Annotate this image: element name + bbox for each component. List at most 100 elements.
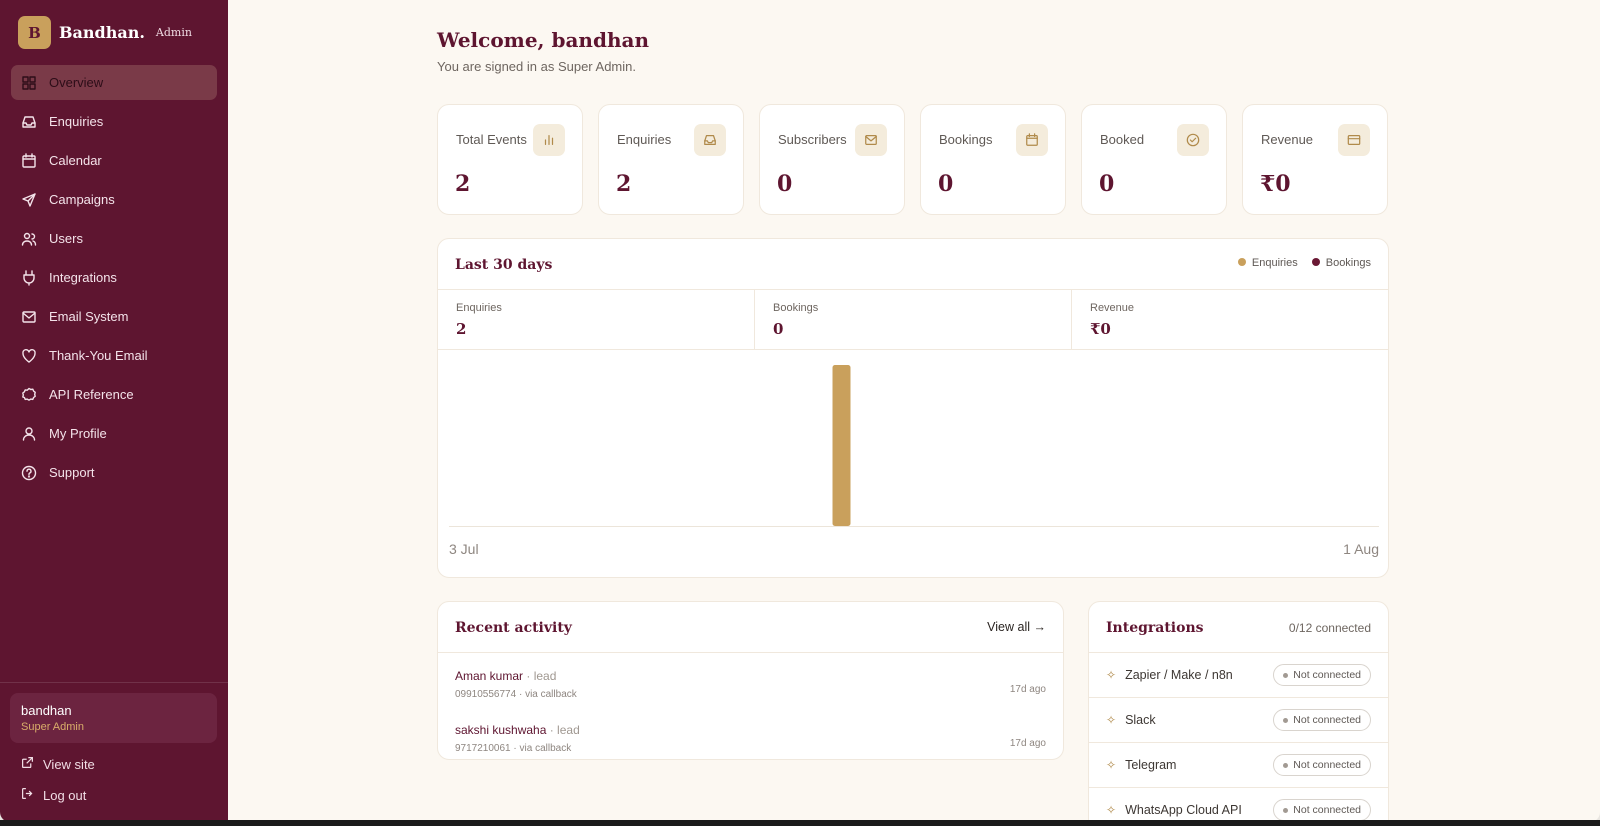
stat-card-enquiries: Enquiries 2 <box>598 104 744 215</box>
sidebar-item-label: API Reference <box>49 387 134 402</box>
sidebar-item-label: Support <box>49 465 95 480</box>
sparkle-icon: ✧ <box>1106 713 1117 727</box>
kpi-value: ₹0 <box>1090 320 1111 338</box>
brand-subtitle: Admin <box>155 26 192 39</box>
sidebar-item-enquiries[interactable]: Enquiries <box>11 104 217 139</box>
integrations-title: Integrations <box>1106 620 1204 636</box>
kpi-label: Enquiries <box>456 302 502 314</box>
activity-name[interactable]: Aman kumar <box>455 669 523 683</box>
sidebar-item-label: Overview <box>49 75 104 90</box>
activity-time: 17d ago <box>1009 738 1046 749</box>
kpi-value: 0 <box>773 320 784 338</box>
kpi-enquiries: Enquiries 2 <box>438 290 755 349</box>
integration-row[interactable]: ✧ Telegram Not connected <box>1089 742 1388 787</box>
users-icon <box>21 231 37 247</box>
sidebar-item-api-reference[interactable]: API Reference <box>11 377 217 412</box>
gear-icon <box>21 387 37 403</box>
stat-card-booked: Booked 0 <box>1081 104 1227 215</box>
recent-activity-panel: Recent activity View all → Aman kumar · … <box>437 601 1064 760</box>
sidebar-item-campaigns[interactable]: Campaigns <box>11 182 217 217</box>
x-tick-end: 1 Aug <box>1343 541 1379 557</box>
integration-name: Telegram <box>1125 758 1177 772</box>
integration-row[interactable]: ✧ Slack Not connected <box>1089 697 1388 742</box>
chart-bar-enquiries[interactable] <box>832 365 851 526</box>
integration-row[interactable]: ✧ Zapier / Make / n8n Not connected <box>1089 652 1388 697</box>
page-title: Welcome, bandhan <box>437 28 649 52</box>
sidebar-item-thank-you-email[interactable]: Thank-You Email <box>11 338 217 373</box>
status-badge: Not connected <box>1273 664 1371 686</box>
period-panel: Last 30 days Enquiries Bookings Enquirie… <box>437 238 1389 578</box>
stat-label: Total Events <box>456 132 527 147</box>
signed-in-text: You are signed in as Super Admin. <box>437 59 636 74</box>
app-window: B Bandhan. Admin Overview Enquiries Calend… <box>0 0 1600 822</box>
period-title: Last 30 days <box>455 257 553 273</box>
chart: 3 Jul 1 Aug <box>449 365 1379 557</box>
stat-card-subscribers: Subscribers 0 <box>759 104 905 215</box>
stat-card-total-events: Total Events 2 <box>437 104 583 215</box>
sidebar-nav: Overview Enquiries Calendar Campaigns Users I… <box>11 65 217 494</box>
sidebar-item-label: Calendar <box>49 153 102 168</box>
chart-legend: Enquiries Bookings <box>1237 257 1371 269</box>
calendar-icon <box>1016 124 1048 156</box>
legend-bookings: Bookings <box>1311 257 1371 269</box>
plug-icon <box>21 269 37 286</box>
logout-link[interactable]: Log out <box>21 787 86 803</box>
help-icon <box>21 465 37 481</box>
stat-card-revenue: Revenue ₹0 <box>1242 104 1388 215</box>
view-all-link[interactable]: View all → <box>987 620 1046 634</box>
sidebar-item-label: My Profile <box>49 426 107 441</box>
kpi-bookings: Bookings 0 <box>755 290 1072 349</box>
stat-value: 2 <box>455 171 471 197</box>
activity-meta: 09910556774 · via callback <box>455 689 577 700</box>
integration-name: Zapier / Make / n8n <box>1125 668 1233 682</box>
window-bottom-edge <box>0 820 1600 826</box>
sidebar-item-calendar[interactable]: Calendar <box>11 143 217 178</box>
sparkle-icon: ✧ <box>1106 803 1117 817</box>
period-kpis: Enquiries 2 Bookings 0 Revenue ₹0 <box>438 289 1388 350</box>
activity-type: · lead <box>523 669 557 683</box>
sidebar-item-my-profile[interactable]: My Profile <box>11 416 217 451</box>
kpi-label: Bookings <box>773 302 819 314</box>
sidebar-item-integrations[interactable]: Integrations <box>11 260 217 295</box>
activity-item[interactable]: Aman kumar · lead 09910556774 · via callb… <box>438 664 1063 718</box>
panel-divider <box>438 652 1063 653</box>
stat-value: 0 <box>777 171 793 197</box>
stat-label: Enquiries <box>617 132 672 147</box>
integrations-count: 0/12 connected <box>1288 621 1371 635</box>
sidebar-item-label: Users <box>49 231 83 246</box>
heart-icon <box>21 348 37 364</box>
integration-row[interactable]: ✧ WhatsApp Cloud API Not connected <box>1089 787 1388 822</box>
brand[interactable]: B Bandhan. Admin <box>18 16 192 49</box>
activity-title: Recent activity <box>455 620 572 636</box>
calendar-icon <box>21 152 37 169</box>
sidebar-item-email-system[interactable]: Email System <box>11 299 217 334</box>
user-icon <box>21 426 37 442</box>
view-site-link[interactable]: View site <box>21 756 95 772</box>
bar-chart-icon <box>533 124 565 156</box>
stat-label: Subscribers <box>778 132 847 147</box>
stat-value: 0 <box>1099 171 1115 197</box>
status-badge: Not connected <box>1273 709 1371 731</box>
kpi-label: Revenue <box>1090 302 1135 314</box>
activity-name[interactable]: sakshi kushwaha <box>455 723 546 737</box>
inbox-icon <box>694 124 726 156</box>
user-card: bandhan Super Admin <box>10 693 217 743</box>
sidebar-item-label: Thank-You Email <box>49 348 148 363</box>
kpi-value: 2 <box>456 320 467 338</box>
view-site-label: View site <box>43 756 95 772</box>
integrations-panel: Integrations 0/12 connected ✧ Zapier / Ma… <box>1088 601 1389 822</box>
integration-name: WhatsApp Cloud API <box>1125 803 1242 817</box>
sidebar-item-label: Integrations <box>49 270 117 285</box>
external-link-icon <box>21 756 34 772</box>
sparkle-icon: ✧ <box>1106 758 1117 772</box>
stat-card-bookings: Bookings 0 <box>920 104 1066 215</box>
sidebar-item-support[interactable]: Support <box>11 455 217 490</box>
stat-value: 2 <box>616 171 632 197</box>
sidebar-item-users[interactable]: Users <box>11 221 217 256</box>
sidebar-item-overview[interactable]: Overview <box>11 65 217 100</box>
stat-label: Booked <box>1100 132 1145 147</box>
inbox-icon <box>21 114 37 130</box>
status-badge: Not connected <box>1273 754 1371 776</box>
sparkle-icon: ✧ <box>1106 668 1117 682</box>
activity-item[interactable]: sakshi kushwaha · lead 9717210061 · via c… <box>438 718 1063 759</box>
